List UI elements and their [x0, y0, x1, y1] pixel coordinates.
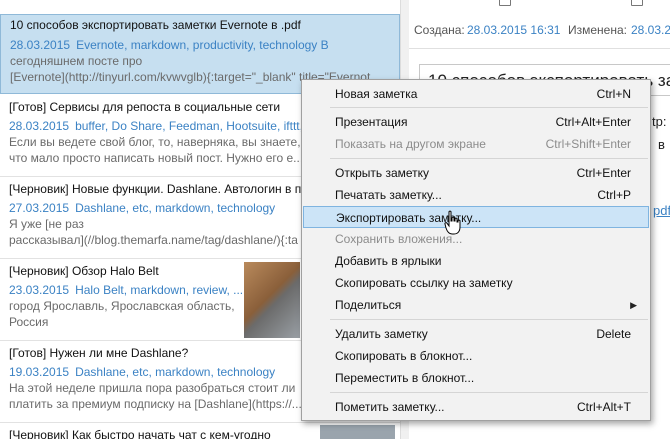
context-menu: Новая заметка Ctrl+N Презентация Ctrl+Al… — [301, 79, 651, 421]
menu-item-shortcut: Ctrl+Enter — [576, 166, 631, 180]
note-tags: Evernote, markdown, productivity, techno… — [76, 38, 329, 52]
menu-item-save-attachments: Сохранить вложения... — [303, 228, 649, 250]
note-info-header: Создана: 28.03.2015 16:31 Изменена: 28.0… — [409, 0, 670, 49]
menu-item-label: Переместить в блокнот... — [335, 371, 475, 385]
note-tags: Dashlane, etc, markdown, technology — [75, 201, 276, 215]
note-snippet: сегодняшнем посте про — [10, 54, 143, 68]
menu-item-show-other-screen: Показать на другом экране Ctrl+Shift+Ent… — [303, 133, 649, 155]
menu-item-mark-note[interactable]: Пометить заметку... Ctrl+Alt+T — [303, 396, 649, 418]
menu-item-copy-link[interactable]: Скопировать ссылку на заметку — [303, 272, 649, 294]
info-icon[interactable] — [499, 0, 511, 6]
menu-item-export-note[interactable]: Экспортировать заметку... — [303, 206, 649, 228]
menu-item-shortcut: Ctrl+N — [596, 87, 631, 101]
menu-item-move-to-notebook[interactable]: Переместить в блокнот... — [303, 367, 649, 389]
modified-value: 28.03.20 — [631, 23, 670, 37]
note-date: 19.03.2015 — [9, 365, 70, 379]
note-date: 23.03.2015 — [9, 283, 70, 297]
menu-item-presentation[interactable]: Презентация Ctrl+Alt+Enter — [303, 111, 649, 133]
menu-item-shortcut: Delete — [596, 327, 631, 341]
note-date: 28.03.2015 — [10, 38, 71, 52]
menu-item-label: Удалить заметку — [335, 327, 428, 341]
menu-item-label: Открыть заметку — [335, 166, 430, 180]
note-date: 27.03.2015 — [9, 201, 70, 215]
menu-item-label: Презентация — [335, 115, 408, 129]
menu-item-shortcut: Ctrl+Shift+Enter — [545, 137, 631, 151]
hand-cursor-icon — [444, 210, 461, 235]
menu-separator — [330, 392, 648, 393]
created-value: 28.03.2015 16:31 — [467, 23, 561, 37]
note-title: 10 способов экспортировать заметки Evern… — [10, 18, 301, 32]
menu-item-label: Пометить заметку... — [335, 400, 445, 414]
menu-separator — [330, 319, 648, 320]
note-meta: 28.03.2015 Evernote, markdown, productivi… — [10, 37, 399, 53]
menu-item-add-shortcut[interactable]: Добавить в ярлыки — [303, 250, 649, 272]
menu-item-copy-to-notebook[interactable]: Скопировать в блокнот... — [303, 345, 649, 367]
menu-item-shortcut: Ctrl+Alt+T — [576, 400, 631, 414]
submenu-arrow-icon: ▶ — [630, 300, 637, 310]
menu-separator — [330, 107, 648, 108]
menu-item-label: Показать на другом экране — [335, 137, 486, 151]
note-body-link[interactable]: pdf — [653, 203, 670, 218]
modified-label: Изменена: — [568, 23, 627, 37]
menu-item-label: Добавить в ярлыки — [335, 254, 442, 268]
note-body-text: в — [658, 137, 665, 152]
note-date: 28.03.2015 — [9, 119, 70, 133]
note-body-text: tp: — [652, 114, 667, 129]
divider — [0, 422, 400, 423]
menu-item-delete-note[interactable]: Удалить заметку Delete — [303, 323, 649, 345]
note-tags: buffer, Do Share, Feedman, Hootsuite, if… — [75, 119, 303, 133]
lock-icon[interactable] — [631, 0, 643, 6]
menu-item-open-note[interactable]: Открыть заметку Ctrl+Enter — [303, 162, 649, 184]
note-thumbnail — [320, 425, 395, 439]
menu-separator — [330, 158, 648, 159]
menu-item-label: Поделиться — [335, 298, 402, 312]
menu-item-label: Печатать заметку... — [335, 188, 442, 202]
menu-item-share[interactable]: Поделиться ▶ — [303, 294, 649, 316]
menu-item-label: Скопировать в блокнот... — [335, 349, 473, 363]
menu-item-new-note[interactable]: Новая заметка Ctrl+N — [303, 83, 649, 105]
menu-item-label: Скопировать ссылку на заметку — [335, 276, 513, 290]
note-tags: Dashlane, etc, markdown, technology — [75, 365, 276, 379]
menu-item-print-note[interactable]: Печатать заметку... Ctrl+P — [303, 184, 649, 206]
note-tags: Halo Belt, markdown, review, ... — [75, 283, 244, 297]
menu-item-label: Новая заметка — [335, 87, 418, 101]
note-thumbnail — [244, 262, 300, 338]
menu-item-shortcut: Ctrl+Alt+Enter — [555, 115, 631, 129]
menu-item-shortcut: Ctrl+P — [597, 188, 631, 202]
created-label: Создана: — [414, 23, 465, 37]
